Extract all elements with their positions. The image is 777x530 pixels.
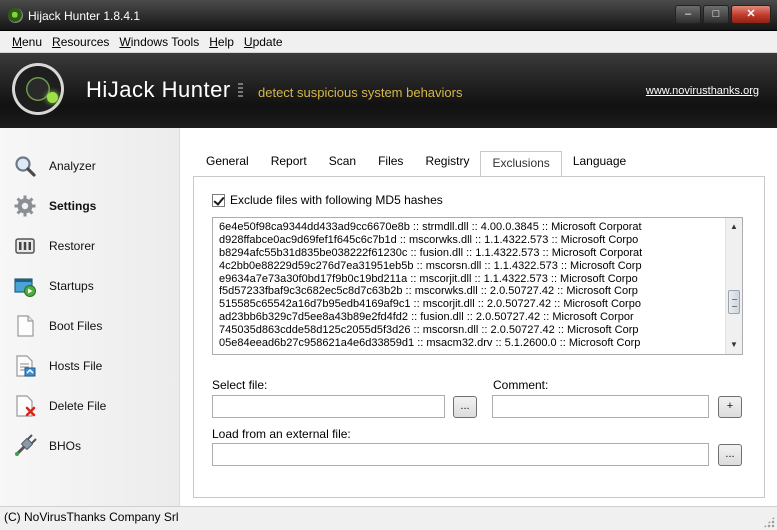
scroll-down-icon[interactable]: ▼ bbox=[728, 338, 740, 352]
list-item[interactable]: 05e84eead6b27c958621a4e6d33859d1 :: msac… bbox=[219, 337, 719, 350]
main-content: General Report Scan Files Registry Exclu… bbox=[181, 128, 777, 506]
hash-lines: 6e4e50f98ca9344dd433ad9cc6670e8b :: strm… bbox=[219, 221, 719, 350]
sidebar: Analyzer Settings Restorer Startups Boot… bbox=[0, 128, 180, 506]
list-item[interactable]: f5d57233fbaf9c3c682ec5c8d7c63b2b :: msco… bbox=[219, 285, 719, 298]
tab-registry[interactable]: Registry bbox=[414, 150, 480, 176]
maximize-button[interactable]: □ bbox=[703, 5, 729, 24]
tab-general[interactable]: General bbox=[195, 150, 260, 176]
website-link[interactable]: www.novirusthanks.org bbox=[646, 85, 759, 97]
md5-hash-list[interactable]: 6e4e50f98ca9344dd433ad9cc6670e8b :: strm… bbox=[212, 217, 743, 355]
sidebar-item-hosts-file[interactable]: Hosts File bbox=[12, 352, 172, 380]
list-item[interactable]: d928ffabce0ac9d69fef1f645c6c7b1d :: msco… bbox=[219, 234, 719, 247]
status-bar: (C) NoVirusThanks Company Srl bbox=[0, 506, 777, 530]
sidebar-item-delete-file[interactable]: Delete File bbox=[12, 392, 172, 420]
minimize-button[interactable]: – bbox=[675, 5, 701, 24]
browse-file-button[interactable]: ... bbox=[453, 396, 477, 418]
scroll-thumb[interactable] bbox=[728, 290, 740, 314]
add-exclusion-button[interactable]: + bbox=[718, 396, 742, 418]
list-item[interactable]: 515585c65542a16d7b95edb4169af9c1 :: msco… bbox=[219, 298, 719, 311]
menu-update[interactable]: Update bbox=[242, 35, 285, 49]
external-file-input[interactable] bbox=[212, 443, 709, 466]
tab-files[interactable]: Files bbox=[367, 150, 414, 176]
exclude-md5-checkbox[interactable] bbox=[212, 193, 225, 207]
gear-icon bbox=[12, 193, 38, 219]
tab-report[interactable]: Report bbox=[260, 150, 318, 176]
sidebar-item-startups[interactable]: Startups bbox=[12, 272, 172, 300]
delete-file-icon bbox=[12, 393, 38, 419]
document-icon bbox=[12, 313, 38, 339]
settings-tabs: General Report Scan Files Registry Exclu… bbox=[195, 150, 637, 177]
window-title: Hijack Hunter 1.8.4.1 bbox=[28, 9, 141, 23]
list-item[interactable]: e9634a7e73a30f0bd17f9b0c19bd211a :: msco… bbox=[219, 273, 719, 286]
restore-icon bbox=[12, 233, 38, 259]
list-item[interactable]: 745035d863cdde58d125c2055d5f3d26 :: msco… bbox=[219, 324, 719, 337]
tab-language[interactable]: Language bbox=[562, 150, 637, 176]
resize-grip-icon[interactable] bbox=[763, 516, 775, 528]
tab-exclusions[interactable]: Exclusions bbox=[480, 151, 562, 177]
magnifier-icon bbox=[12, 153, 38, 179]
app-brand: HiJack Hunter bbox=[86, 77, 231, 102]
exclude-md5-label: Exclude files with following MD5 hashes bbox=[230, 193, 443, 207]
list-item[interactable]: b8294afc55b31d835be038222f61230c :: fusi… bbox=[219, 247, 719, 260]
tab-scan[interactable]: Scan bbox=[318, 150, 367, 176]
menu-windows-tools[interactable]: Windows Tools bbox=[117, 35, 201, 49]
window-controls: – □ ✕ bbox=[675, 5, 771, 24]
sidebar-item-restorer[interactable]: Restorer bbox=[12, 232, 172, 260]
plugin-icon bbox=[12, 433, 38, 459]
load-external-label: Load from an external file: bbox=[212, 427, 351, 441]
menu-bar: Menu Resources Windows Tools Help Update bbox=[0, 31, 777, 53]
list-item[interactable]: 6e4e50f98ca9344dd433ad9cc6670e8b :: strm… bbox=[219, 221, 719, 234]
scroll-up-icon[interactable]: ▲ bbox=[728, 220, 740, 234]
copyright-text: (C) NoVirusThanks Company Srl bbox=[4, 510, 179, 524]
comment-label: Comment: bbox=[493, 378, 549, 392]
exclusions-panel: Exclude files with following MD5 hashes … bbox=[193, 176, 765, 498]
select-file-label: Select file: bbox=[212, 378, 268, 392]
sidebar-item-bhos[interactable]: BHOs bbox=[12, 432, 172, 460]
startup-icon bbox=[12, 273, 38, 299]
load-browse-button[interactable]: ... bbox=[718, 444, 742, 466]
menu-resources[interactable]: Resources bbox=[50, 35, 111, 49]
exclude-md5-option[interactable]: Exclude files with following MD5 hashes bbox=[212, 193, 443, 207]
close-button[interactable]: ✕ bbox=[731, 5, 771, 24]
vertical-scrollbar[interactable]: ▲ ▼ bbox=[725, 218, 742, 354]
select-file-input[interactable] bbox=[212, 395, 445, 418]
sidebar-item-analyzer[interactable]: Analyzer bbox=[12, 152, 172, 180]
title-bar: Hijack Hunter 1.8.4.1 – □ ✕ bbox=[0, 0, 777, 31]
sidebar-item-settings[interactable]: Settings bbox=[12, 192, 172, 220]
list-item[interactable]: 4c2bb0e88229d59c276d7ea31951eb5b :: msco… bbox=[219, 260, 719, 273]
menu-help[interactable]: Help bbox=[207, 35, 236, 49]
app-icon bbox=[8, 8, 23, 23]
list-item[interactable]: ad23bb6b329c7d5ee8a43b89e2fd4fd2 :: fusi… bbox=[219, 311, 719, 324]
hosts-file-icon bbox=[12, 353, 38, 379]
radar-logo-icon bbox=[12, 63, 64, 115]
menu-menu[interactable]: Menu bbox=[10, 35, 44, 49]
sidebar-item-boot-files[interactable]: Boot Files bbox=[12, 312, 172, 340]
app-tagline: detect suspicious system behaviors bbox=[258, 85, 463, 100]
app-header: HiJack Hunter detect suspicious system b… bbox=[0, 53, 777, 128]
comment-input[interactable] bbox=[492, 395, 709, 418]
header-separator bbox=[238, 83, 243, 99]
